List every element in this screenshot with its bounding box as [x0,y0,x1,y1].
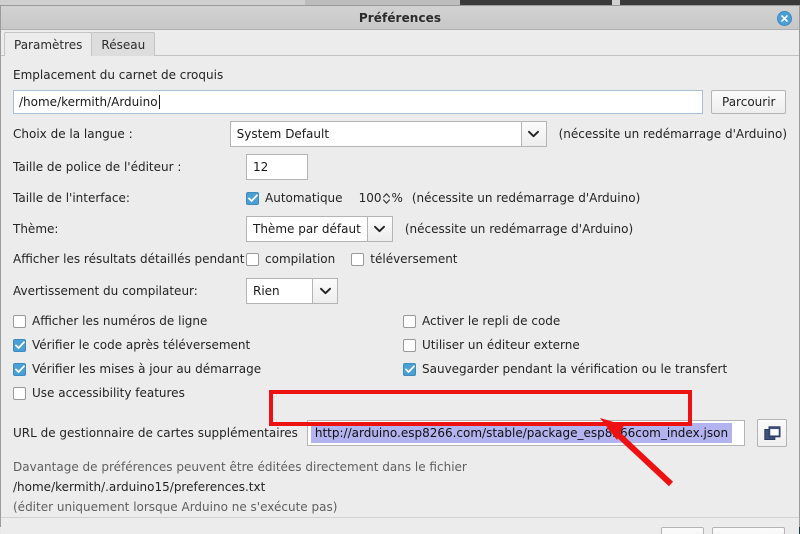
theme-select[interactable]: Thème par défaut [246,216,393,242]
settings-panel: Emplacement du carnet de croquis /home/k… [1,56,799,517]
theme-row: Thème: Thème par défaut (nécessite un re… [13,213,787,244]
preferences-file-path: /home/kermith/.arduino15/preferences.txt [13,477,787,497]
spinner-up-down-icon[interactable] [381,190,391,206]
tab-reseau[interactable]: Réseau [91,32,155,56]
verbose-upload-checkbox-row[interactable]: téléversement [351,252,457,266]
chevron-down-icon [367,216,393,242]
verbose-compile-checkbox-row[interactable]: compilation [246,252,335,266]
checkbox-line-numbers-label: Afficher les numéros de ligne [32,314,207,328]
checkbox-save-on-verify-label: Sauvegarder pendant la vérification ou l… [422,362,727,376]
browse-button[interactable]: Parcourir [711,90,786,114]
title-bar: Préférences [1,6,799,30]
board-manager-urls-value: http://arduino.esp8266.com/stable/packag… [311,423,732,443]
checkbox-row-code-folding[interactable]: Activer le repli de code [403,311,787,331]
interface-scale-row: Taille de l'interface: Automatique 100 [13,183,787,213]
language-label: Choix de la langue : [13,127,230,141]
dialog-footer: OK Annuler [1,517,799,534]
options-checkbox-block: Afficher les numéros de ligne Vérifier l… [13,311,787,403]
chevron-down-icon [312,278,338,304]
sketchbook-location-row-label: Emplacement du carnet de croquis [13,64,787,86]
checkbox-row-line-numbers[interactable]: Afficher les numéros de ligne [13,311,403,331]
checkbox-code-folding[interactable] [403,315,416,328]
interface-scale-label: Taille de l'interface: [13,191,246,205]
compiler-warning-select[interactable]: Rien [246,278,338,304]
board-manager-urls-label: URL de gestionnaire de cartes supplément… [13,426,298,440]
checkbox-accessibility-label: Use accessibility features [32,386,185,400]
checkbox-row-verify-after-upload[interactable]: Vérifier le code après téléversement [13,335,403,355]
tab-parametres-label: Paramètres [14,38,82,52]
tab-parametres[interactable]: Paramètres [4,32,92,56]
interface-scale-restart-note: (nécessite un redémarrage d'Arduino) [412,191,640,205]
interface-scale-auto-checkbox-row[interactable]: Automatique [246,191,343,205]
checkbox-check-updates[interactable] [13,363,26,376]
verbose-output-label: Afficher les résultats détaillés pendant… [13,252,246,266]
checkbox-row-accessibility[interactable]: Use accessibility features [13,383,403,403]
verbose-compile-label: compilation [265,252,335,266]
checkbox-verify-after-upload-label: Vérifier le code après téléversement [32,338,250,352]
language-select-value: System Default [230,121,521,147]
checkbox-check-updates-label: Vérifier les mises à jour au démarrage [32,362,261,376]
theme-restart-note: (nécessite un redémarrage d'Arduino) [405,222,633,236]
cancel-button[interactable]: Annuler [712,527,785,534]
verbose-compile-checkbox[interactable] [246,253,259,266]
preferences-file-notes: Davantage de préférences peuvent être éd… [13,457,787,517]
checkbox-external-editor-label: Utiliser un éditeur externe [422,338,580,352]
preferences-note-line-1: Davantage de préférences peuvent être éd… [13,457,787,477]
compiler-warning-row: Avertissement du compilateur: Rien [13,274,787,307]
text-caret [159,95,160,109]
compiler-warning-label: Avertissement du compilateur: [13,284,246,298]
interface-scale-unit: % [391,191,402,205]
verbose-upload-label: téléversement [370,252,457,266]
compiler-warning-select-value: Rien [246,278,312,304]
theme-label: Thème: [13,222,246,236]
sketchbook-path-input[interactable]: /home/kermith/Arduino [13,90,703,114]
sketchbook-location-row: /home/kermith/Arduino Parcourir [13,86,787,118]
tab-bar: Paramètres Réseau [1,30,799,56]
board-manager-urls-input[interactable]: http://arduino.esp8266.com/stable/packag… [307,420,745,446]
copy-windows-icon[interactable] [757,419,787,447]
ok-button[interactable]: OK [661,527,704,534]
options-column-left: Afficher les numéros de ligne Vérifier l… [13,311,403,403]
language-row: Choix de la langue : System Default (néc… [13,118,787,150]
board-manager-urls-row: URL de gestionnaire de cartes supplément… [13,416,787,450]
sketchbook-location-label: Emplacement du carnet de croquis [13,68,223,82]
interface-scale-auto-checkbox[interactable] [246,192,259,205]
checkbox-row-save-on-verify[interactable]: Sauvegarder pendant la vérification ou l… [403,359,787,379]
sketchbook-path-value: /home/kermith/Arduino [19,95,158,109]
verbose-output-row: Afficher les résultats détaillés pendant… [13,244,787,274]
verbose-upload-checkbox[interactable] [351,253,364,266]
preferences-note-line-3: (éditer uniquement lorsque Arduino ne s'… [13,497,787,517]
preferences-dialog: Préférences Paramètres Réseau Emplacemen… [0,5,800,527]
screen: Préférences Paramètres Réseau Emplacemen… [0,0,800,534]
interface-scale-value: 100 [359,191,382,205]
language-restart-note: (nécessite un redémarrage d'Arduino) [559,127,787,141]
checkbox-accessibility[interactable] [13,387,26,400]
language-select[interactable]: System Default [230,121,547,147]
checkbox-save-on-verify[interactable] [403,363,416,376]
window-title: Préférences [359,11,441,25]
interface-scale-auto-label: Automatique [265,191,343,205]
tab-reseau-label: Réseau [101,38,145,52]
checkbox-external-editor[interactable] [403,339,416,352]
chevron-down-icon [521,121,547,147]
checkbox-row-external-editor[interactable]: Utiliser un éditeur externe [403,335,787,355]
checkbox-verify-after-upload[interactable] [13,339,26,352]
checkbox-row-check-updates[interactable]: Vérifier les mises à jour au démarrage [13,359,403,379]
checkbox-code-folding-label: Activer le repli de code [422,314,560,328]
editor-font-size-value: 12 [253,160,268,174]
editor-font-size-input[interactable]: 12 [246,154,308,180]
checkbox-line-numbers[interactable] [13,315,26,328]
theme-select-value: Thème par défaut [246,216,367,242]
editor-font-size-label: Taille de police de l'éditeur : [13,160,246,174]
editor-font-size-row: Taille de police de l'éditeur : 12 [13,150,787,183]
close-icon[interactable] [777,11,792,26]
options-column-right: Activer le repli de code Utiliser un édi… [403,311,787,403]
